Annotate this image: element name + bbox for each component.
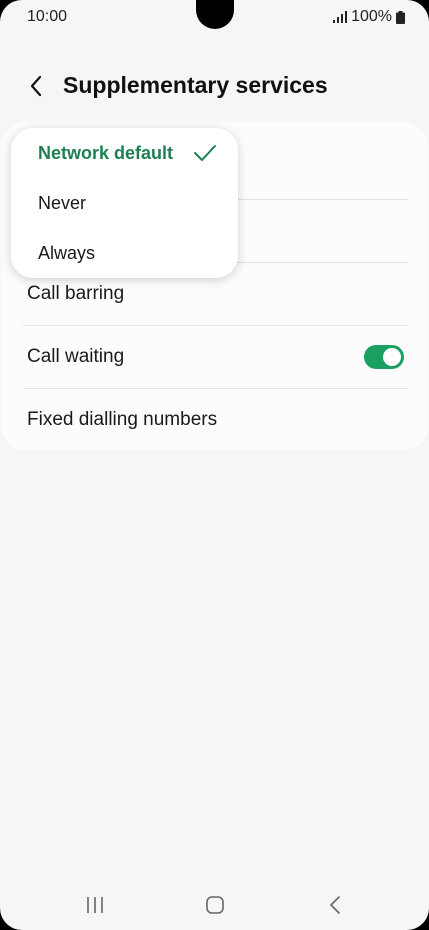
- home-button[interactable]: [200, 890, 230, 920]
- signal-icon: [333, 11, 348, 23]
- battery-percentage: 100%: [351, 8, 392, 25]
- navigation-bar: [0, 880, 429, 930]
- call-waiting-label: Call waiting: [27, 346, 125, 367]
- option-label: Network default: [38, 142, 174, 163]
- page-title: Supplementary services: [63, 72, 328, 98]
- call-waiting-toggle[interactable]: [364, 345, 404, 369]
- fixed-dialling-numbers-label: Fixed dialling numbers: [27, 409, 218, 430]
- recent-apps-icon: [87, 897, 103, 913]
- option-label: Never: [38, 192, 87, 213]
- option-popup-menu: Network default Never Always: [11, 128, 238, 278]
- battery-icon: [396, 10, 405, 24]
- check-icon: [194, 145, 216, 161]
- home-icon: [206, 896, 224, 914]
- app-header: Supplementary services: [0, 62, 429, 110]
- back-icon: [330, 896, 340, 914]
- back-button[interactable]: [20, 70, 52, 102]
- toggle-knob: [383, 348, 401, 366]
- option-never[interactable]: Never: [11, 178, 238, 228]
- call-barring-label: Call barring: [27, 283, 125, 304]
- fixed-dialling-numbers-item[interactable]: Fixed dialling numbers: [23, 389, 408, 451]
- status-time: 10:00: [27, 8, 68, 25]
- nav-back-button[interactable]: [320, 890, 350, 920]
- option-label: Always: [38, 242, 96, 263]
- status-indicators: 100%: [333, 8, 405, 26]
- call-waiting-item[interactable]: Call waiting: [23, 326, 408, 388]
- chevron-left-icon: [30, 75, 42, 97]
- option-always[interactable]: Always: [11, 228, 238, 278]
- option-network-default[interactable]: Network default: [11, 128, 238, 178]
- camera-notch: [196, 0, 234, 29]
- status-bar: 10:00 100%: [0, 0, 429, 36]
- phone-screen: 10:00 100% Supplementary services Call b…: [0, 0, 429, 930]
- recent-apps-button[interactable]: [80, 890, 110, 920]
